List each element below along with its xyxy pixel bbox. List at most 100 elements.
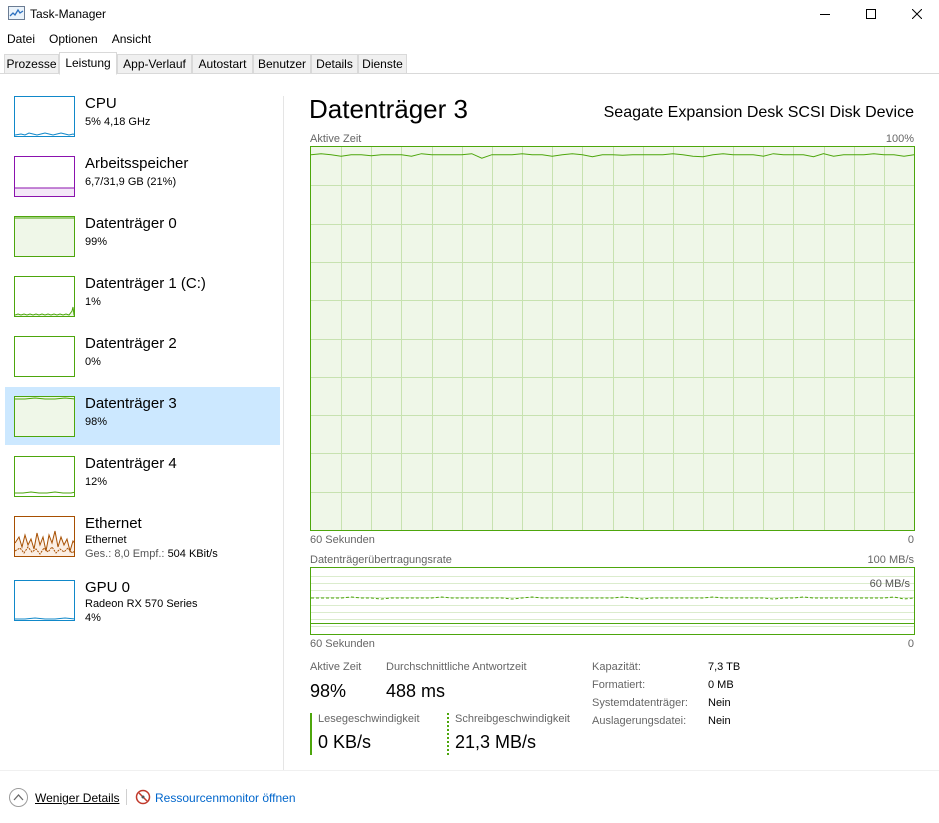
read-speed-value: 0 KB/s — [318, 732, 372, 752]
active-time-stat-value: 98% — [310, 681, 347, 701]
disk2-thumbnail-graph — [14, 336, 75, 377]
page-title: Datenträger 3 — [309, 94, 468, 124]
sidebar-item-ethernet[interactable]: Ethernet Ethernet Ges.: 8,0 Empf.: 504 K… — [5, 507, 280, 565]
transfer-rate-graph-scale: 60 MB/s — [869, 578, 910, 590]
menu-optionen[interactable]: Optionen — [42, 29, 105, 49]
page-file-value: Nein — [708, 715, 731, 727]
active-time-plot — [311, 147, 914, 530]
capacity-label: Kapazität: — [592, 661, 641, 673]
transfer-rate-graph-time-axis: 60 Sekunden — [310, 638, 375, 650]
transfer-rate-graph: 60 MB/s — [310, 567, 915, 635]
sidebar-item-datentraeger-3[interactable]: Datenträger 3 98% — [5, 387, 280, 445]
read-speed-marker — [310, 713, 312, 755]
sidebar-item-value: 99% — [85, 236, 108, 248]
sidebar-item-arbeitsspeicher[interactable]: Arbeitsspeicher 6,7/31,9 GB (21%) — [5, 147, 280, 205]
sidebar-item-datentraeger-0[interactable]: Datenträger 0 99% — [5, 207, 280, 265]
response-time-stat-label: Durchschnittliche Antwortzeit — [386, 661, 527, 673]
footer-separator — [126, 789, 127, 805]
tab-bar: Prozesse Leistung App-Verlauf Autostart … — [0, 52, 939, 75]
formatted-value: 0 MB — [708, 679, 734, 691]
minimize-icon — [820, 14, 830, 15]
tab-prozesse[interactable]: Prozesse — [4, 54, 59, 74]
close-icon — [912, 9, 922, 19]
chevron-up-icon[interactable] — [9, 788, 28, 807]
resource-monitor-icon[interactable] — [135, 789, 151, 805]
tab-autostart[interactable]: Autostart — [192, 54, 253, 74]
gpu-model: Radeon RX 570 Series — [85, 598, 198, 610]
system-disk-value: Nein — [708, 697, 731, 709]
menu-bar: Datei Optionen Ansicht — [0, 29, 939, 49]
tab-leistung[interactable]: Leistung — [59, 52, 117, 75]
tab-app-verlauf[interactable]: App-Verlauf — [117, 54, 192, 74]
resource-monitor-link[interactable]: Ressourcenmonitor öffnen — [155, 791, 296, 805]
minimize-button[interactable] — [802, 0, 848, 28]
close-button[interactable] — [894, 0, 939, 28]
sidebar-item-label: Datenträger 2 — [85, 335, 177, 352]
sidebar-item-gpu-0[interactable]: GPU 0 Radeon RX 570 Series 4% — [5, 571, 280, 633]
window-title: Task-Manager — [30, 7, 107, 21]
sidebar-item-label: CPU — [85, 95, 117, 112]
sidebar-item-cpu[interactable]: CPU 5% 4,18 GHz — [5, 87, 280, 145]
response-time-stat-value: 488 ms — [386, 681, 446, 701]
ethernet-receive-value: 504 KBit/s — [167, 548, 218, 560]
tab-dienste[interactable]: Dienste — [358, 54, 407, 74]
sidebar-item-value: 4% — [85, 612, 101, 624]
sidebar-item-label: Datenträger 0 — [85, 215, 177, 232]
sidebar-item-datentraeger-2[interactable]: Datenträger 2 0% — [5, 327, 280, 385]
formatted-label: Formatiert: — [592, 679, 646, 691]
sidebar-item-value: Ethernet — [85, 534, 127, 546]
fewer-details-link[interactable]: Weniger Details — [35, 791, 119, 805]
write-speed-marker — [447, 713, 449, 755]
menu-ansicht[interactable]: Ansicht — [105, 29, 158, 49]
transfer-rate-plot — [311, 576, 914, 627]
active-time-graph-max: 100% — [885, 133, 914, 145]
transfer-rate-graph-max: 100 MB/s — [867, 554, 914, 566]
system-disk-label: Systemdatenträger: — [592, 697, 688, 709]
read-speed-label: Lesegeschwindigkeit — [318, 713, 420, 725]
sidebar-item-value: 12% — [85, 476, 108, 488]
transfer-rate-graph-label: Datenträgerübertragungsrate — [310, 554, 452, 566]
ethernet-thumbnail-graph — [14, 516, 75, 557]
performance-sidebar: CPU 5% 4,18 GHz Arbeitsspeicher 6,7/31,9… — [0, 75, 283, 770]
active-time-graph-label: Aktive Zeit — [310, 133, 362, 145]
maximize-button[interactable] — [848, 0, 894, 28]
sidebar-item-label: Arbeitsspeicher — [85, 155, 189, 172]
write-speed-value: 21,3 MB/s — [455, 732, 537, 752]
sidebar-item-datentraeger-4[interactable]: Datenträger 4 12% — [5, 447, 280, 505]
maximize-icon — [866, 9, 876, 19]
active-time-stat-label: Aktive Zeit — [310, 661, 362, 673]
tab-benutzer[interactable]: Benutzer — [253, 54, 311, 74]
disk3-thumbnail-graph — [14, 396, 75, 437]
active-time-graph — [310, 146, 915, 531]
sidebar-item-value: 5% 4,18 GHz — [85, 116, 151, 128]
sidebar-item-value: 0% — [85, 356, 101, 368]
sidebar-item-value: 98% — [85, 416, 108, 428]
panel-divider — [283, 96, 284, 770]
sidebar-item-label: Datenträger 3 — [85, 395, 177, 412]
active-time-graph-min: 0 — [907, 534, 914, 546]
sidebar-item-datentraeger-1[interactable]: Datenträger 1 (C:) 1% — [5, 267, 280, 325]
tab-details[interactable]: Details — [311, 54, 358, 74]
transfer-rate-graph-min: 0 — [907, 638, 914, 650]
ethernet-receive-label: Empf.: — [132, 548, 165, 560]
disk0-thumbnail-graph — [14, 216, 75, 257]
sidebar-item-value: 1% — [85, 296, 101, 308]
ethernet-send-label: Ges.: 8,0 — [85, 548, 130, 560]
device-name: Seagate Expansion Desk SCSI Disk Device — [603, 104, 914, 121]
write-speed-label: Schreibgeschwindigkeit — [455, 713, 570, 725]
page-file-label: Auslagerungsdatei: — [592, 715, 687, 727]
footer-divider — [0, 770, 939, 771]
sidebar-item-value: 6,7/31,9 GB (21%) — [85, 176, 177, 188]
gpu-thumbnail-graph — [14, 580, 75, 621]
disk1-thumbnail-graph — [14, 276, 75, 317]
active-time-graph-time-axis: 60 Sekunden — [310, 534, 375, 546]
title-bar: Task-Manager — [0, 0, 939, 28]
sidebar-item-label: GPU 0 — [85, 579, 131, 596]
sidebar-item-label: Datenträger 1 (C:) — [85, 275, 206, 292]
task-manager-app-icon — [8, 6, 25, 20]
sidebar-item-label: Datenträger 4 — [85, 455, 177, 472]
menu-datei[interactable]: Datei — [0, 29, 42, 49]
capacity-value: 7,3 TB — [708, 661, 741, 673]
sidebar-item-label: Ethernet — [85, 515, 142, 532]
memory-thumbnail-graph — [14, 156, 75, 197]
